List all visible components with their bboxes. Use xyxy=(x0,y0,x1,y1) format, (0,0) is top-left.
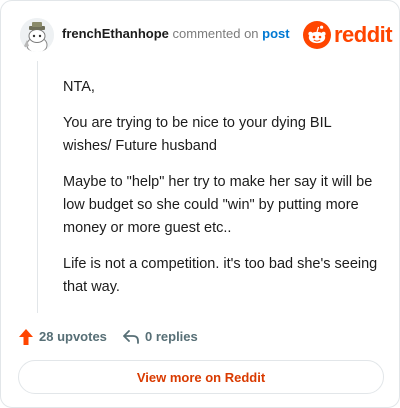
reddit-comment-embed: frenchEthanhope commented on post reddit… xyxy=(0,0,400,408)
comment-header: frenchEthanhope commented on post reddit xyxy=(20,18,393,52)
comment-actions: 28 upvotes 0 replies xyxy=(18,327,318,347)
reply-arrow-icon xyxy=(123,330,139,344)
post-link[interactable]: post xyxy=(262,26,289,41)
user-avatar[interactable] xyxy=(20,18,54,52)
commented-on-text: commented on xyxy=(172,26,259,41)
replies-button[interactable]: 0 replies xyxy=(122,327,198,347)
reddit-wordmark: reddit xyxy=(334,22,393,47)
comment-body: NTA, You are trying to be nice to your d… xyxy=(63,76,383,312)
view-more-button[interactable]: View more on Reddit xyxy=(18,360,384,394)
upvote-button[interactable]: 28 upvotes xyxy=(18,327,107,347)
upvote-arrow-icon xyxy=(19,329,33,345)
reddit-brand[interactable]: reddit xyxy=(303,21,393,49)
snoo-avatar-icon xyxy=(20,18,54,52)
commenter-line: frenchEthanhope commented on post xyxy=(62,26,290,42)
comment-paragraph: Life is not a competition. it's too bad … xyxy=(63,256,378,295)
comment-paragraph: Maybe to "help" her try to make her say … xyxy=(63,174,373,236)
upvote-count: 28 upvotes xyxy=(39,329,107,344)
comment-paragraph: NTA, xyxy=(63,79,95,95)
comment-paragraph: You are trying to be nice to your dying … xyxy=(63,115,332,154)
username-link[interactable]: frenchEthanhope xyxy=(62,26,169,41)
reddit-logo-icon xyxy=(303,21,331,49)
reply-count: 0 replies xyxy=(145,329,198,344)
thread-line[interactable] xyxy=(37,61,38,313)
